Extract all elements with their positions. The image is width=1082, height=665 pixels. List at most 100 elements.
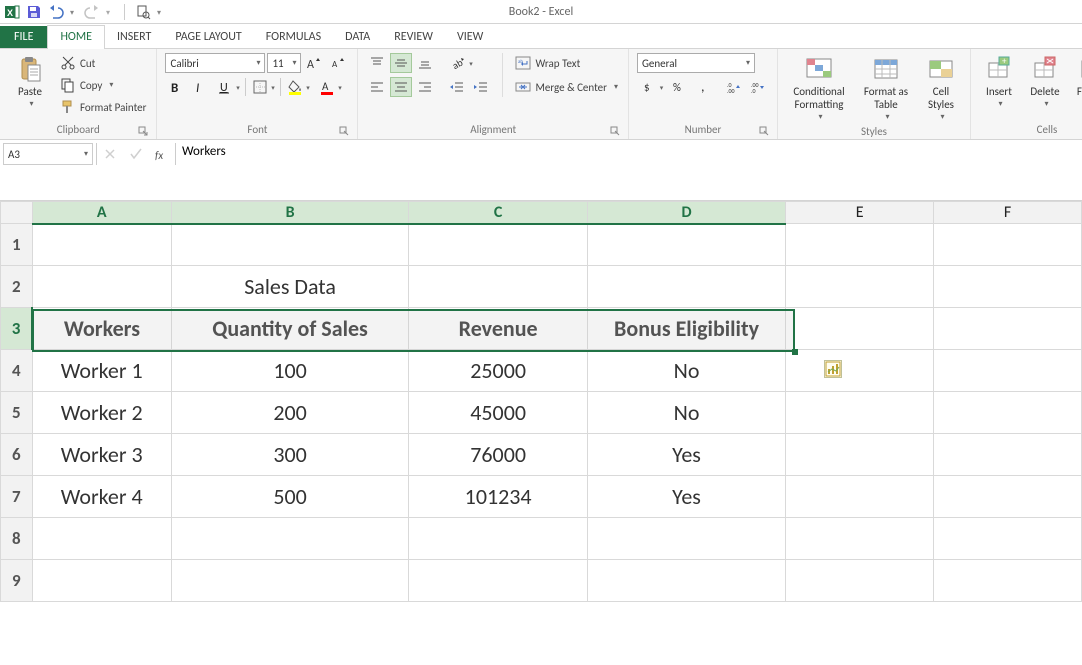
select-all-corner[interactable] [1, 202, 33, 224]
borders-button[interactable] [248, 77, 278, 97]
decrease-decimal-button[interactable]: .00.0 [747, 77, 769, 97]
cell-C9[interactable] [409, 560, 588, 602]
cell-F6[interactable] [934, 434, 1082, 476]
cell-D6[interactable]: Yes [587, 434, 785, 476]
dialog-launcher-icon[interactable] [610, 126, 620, 136]
cell-F9[interactable] [934, 560, 1082, 602]
row-header-5[interactable]: 5 [1, 392, 33, 434]
tab-formulas[interactable]: FORMULAS [254, 26, 333, 48]
comma-button[interactable]: , [693, 77, 715, 97]
cell-F5[interactable] [934, 392, 1082, 434]
col-header-B[interactable]: B [171, 202, 409, 224]
cell-B1[interactable] [171, 224, 409, 266]
orientation-button[interactable]: ab [446, 53, 476, 73]
dialog-launcher-icon[interactable] [759, 126, 769, 136]
number-format-combo[interactable]: General▾ [637, 53, 755, 73]
underline-button[interactable]: U [213, 77, 243, 97]
cell-E3[interactable] [786, 308, 934, 350]
cell-C2[interactable] [409, 266, 588, 308]
percent-button[interactable]: % [669, 77, 691, 97]
qat-customize-icon[interactable]: ▾ [157, 8, 165, 16]
accounting-format-button[interactable]: $ [637, 77, 667, 97]
cell-F4[interactable] [934, 350, 1082, 392]
col-header-D[interactable]: D [587, 202, 785, 224]
fill-handle[interactable] [792, 349, 798, 355]
spreadsheet-grid[interactable]: ABCDEF12Sales Data3WorkersQuantity of Sa… [0, 201, 1082, 602]
copy-button[interactable]: Copy [58, 75, 148, 95]
font-color-button[interactable]: A [315, 77, 345, 97]
cell-C8[interactable] [409, 518, 588, 560]
undo-icon[interactable] [48, 4, 64, 20]
delete-cells-button[interactable]: Delete [1025, 53, 1065, 110]
row-header-9[interactable]: 9 [1, 560, 33, 602]
cell-E5[interactable] [786, 392, 934, 434]
wrap-text-button[interactable]: ab Wrap Text [513, 53, 620, 73]
align-top-button[interactable] [366, 53, 388, 73]
print-preview-icon[interactable] [135, 4, 151, 20]
cell-B2[interactable]: Sales Data [171, 266, 409, 308]
cell-C5[interactable]: 45000 [409, 392, 588, 434]
row-header-3[interactable]: 3 [1, 308, 33, 350]
cell-D5[interactable]: No [587, 392, 785, 434]
cell-F7[interactable] [934, 476, 1082, 518]
cell-D1[interactable] [587, 224, 785, 266]
align-right-button[interactable] [414, 77, 436, 97]
cell-B4[interactable]: 100 [171, 350, 409, 392]
cell-D7[interactable]: Yes [587, 476, 785, 518]
cell-A5[interactable]: Worker 2 [32, 392, 171, 434]
cell-A4[interactable]: Worker 1 [32, 350, 171, 392]
cell-A6[interactable]: Worker 3 [32, 434, 171, 476]
cell-F2[interactable] [934, 266, 1082, 308]
cell-C4[interactable]: 25000 [409, 350, 588, 392]
cell-E4[interactable] [786, 350, 934, 392]
cell-A7[interactable]: Worker 4 [32, 476, 171, 518]
cell-A3[interactable]: Workers [32, 308, 171, 350]
cell-E9[interactable] [786, 560, 934, 602]
cell-E7[interactable] [786, 476, 934, 518]
tab-file[interactable]: FILE [0, 26, 47, 48]
bold-button[interactable]: B [165, 77, 187, 97]
tab-insert[interactable]: INSERT [105, 26, 163, 48]
cell-A2[interactable] [32, 266, 171, 308]
increase-decimal-button[interactable]: .0.00 [723, 77, 745, 97]
italic-button[interactable]: I [189, 77, 211, 97]
redo-dropdown-icon[interactable]: ▾ [106, 8, 114, 16]
cell-C7[interactable]: 101234 [409, 476, 588, 518]
cell-F3[interactable] [934, 308, 1082, 350]
format-cells-button[interactable]: Format [1071, 53, 1082, 110]
font-size-combo[interactable]: 11▾ [267, 53, 301, 73]
insert-cells-button[interactable]: + Insert [979, 53, 1019, 110]
cell-A9[interactable] [32, 560, 171, 602]
align-center-button[interactable] [390, 77, 412, 97]
cell-E8[interactable] [786, 518, 934, 560]
dialog-launcher-icon[interactable] [138, 126, 148, 136]
cut-button[interactable]: Cut [58, 53, 148, 73]
format-as-table-button[interactable]: Format as Table [858, 53, 914, 123]
font-name-combo[interactable]: Calibri▾ [165, 53, 265, 73]
cell-B8[interactable] [171, 518, 409, 560]
increase-indent-button[interactable] [470, 77, 492, 97]
cell-A8[interactable] [32, 518, 171, 560]
cell-C6[interactable]: 76000 [409, 434, 588, 476]
cell-D3[interactable]: Bonus Eligibility [587, 308, 785, 350]
cell-A1[interactable] [32, 224, 171, 266]
col-header-E[interactable]: E [786, 202, 934, 224]
cell-C1[interactable] [409, 224, 588, 266]
cell-C3[interactable]: Revenue [409, 308, 588, 350]
row-header-6[interactable]: 6 [1, 434, 33, 476]
row-header-1[interactable]: 1 [1, 224, 33, 266]
tab-page-layout[interactable]: PAGE LAYOUT [163, 26, 253, 48]
row-header-2[interactable]: 2 [1, 266, 33, 308]
cell-F1[interactable] [934, 224, 1082, 266]
align-middle-button[interactable] [390, 53, 412, 73]
grow-font-button[interactable]: A [303, 53, 325, 73]
cell-D9[interactable] [587, 560, 785, 602]
cell-B9[interactable] [171, 560, 409, 602]
cell-B5[interactable]: 200 [171, 392, 409, 434]
cell-F8[interactable] [934, 518, 1082, 560]
cell-D4[interactable]: No [587, 350, 785, 392]
quick-analysis-icon[interactable] [824, 360, 842, 378]
format-painter-button[interactable]: Format Painter [58, 97, 148, 117]
align-bottom-button[interactable] [414, 53, 436, 73]
cell-E6[interactable] [786, 434, 934, 476]
